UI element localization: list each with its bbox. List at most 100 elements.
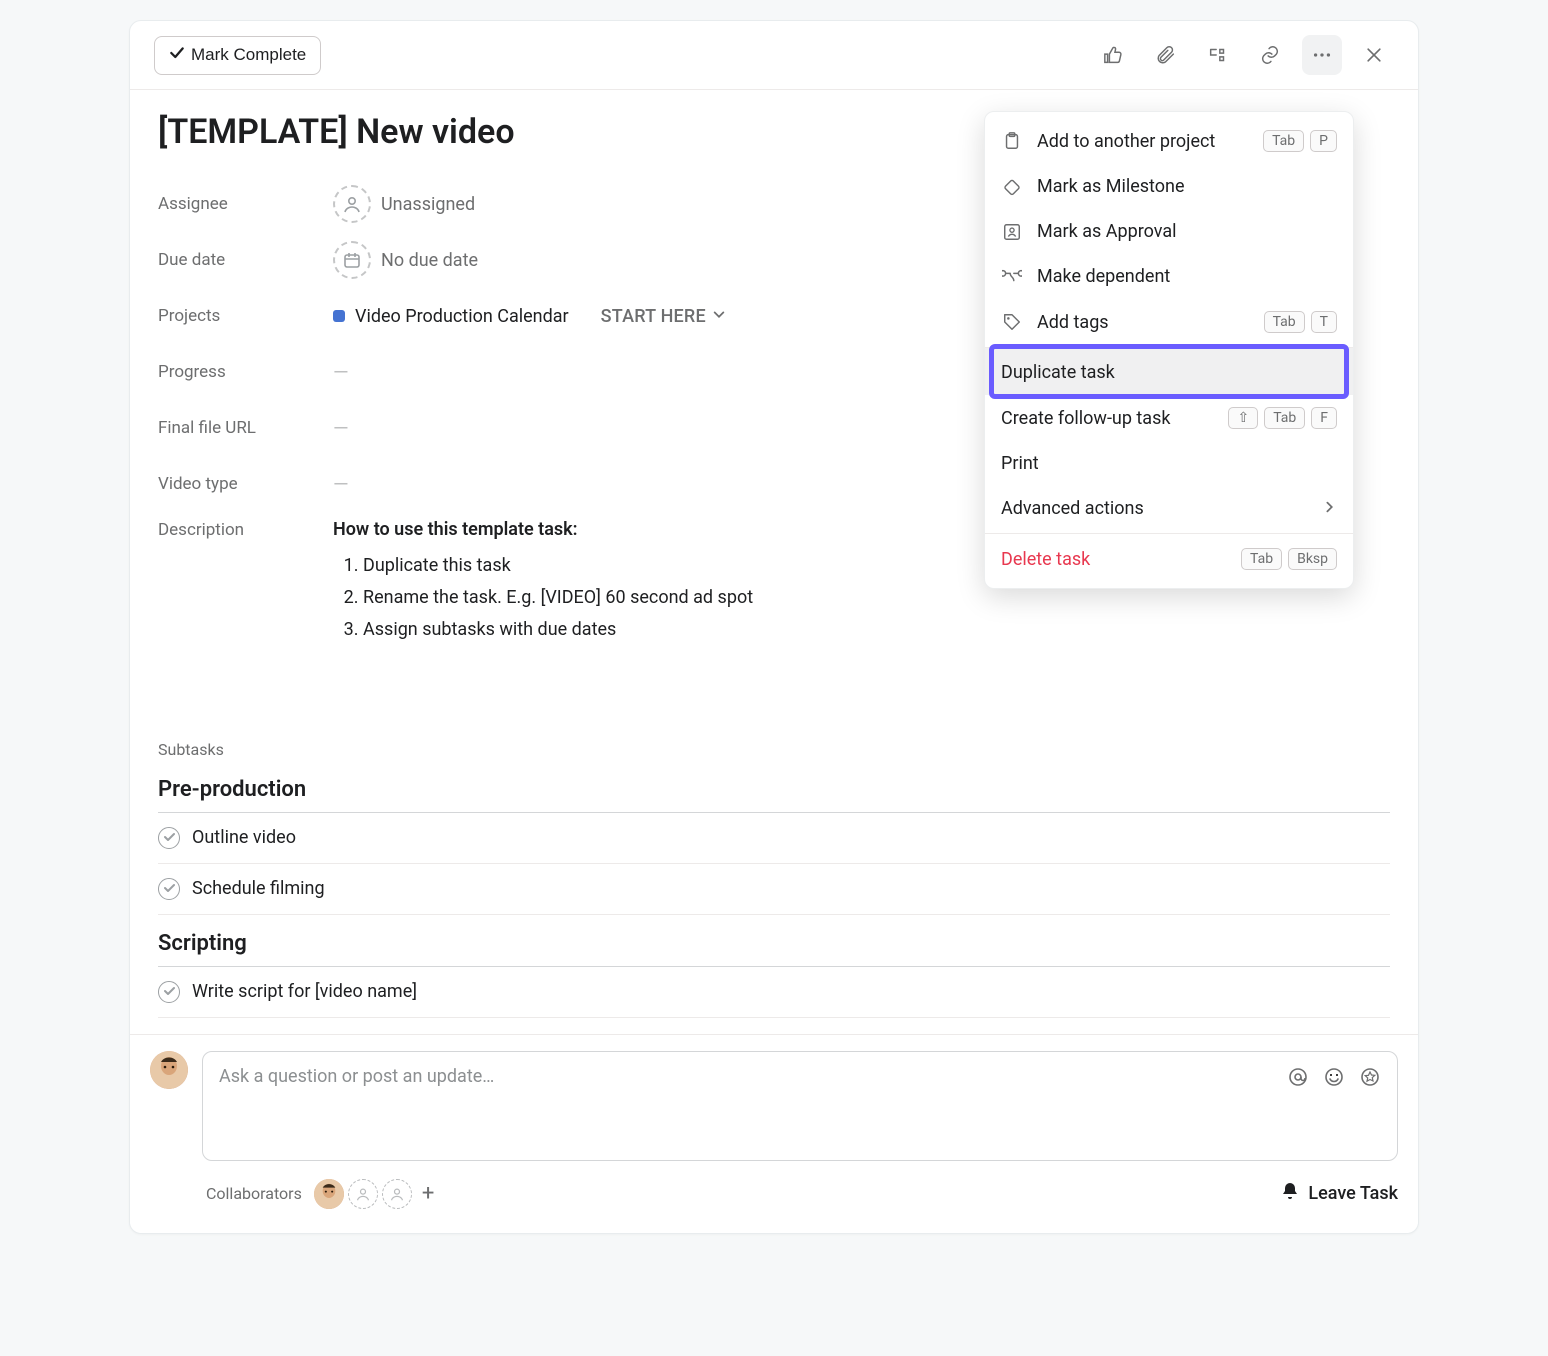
shortcut: Tab T — [1264, 311, 1337, 333]
menu-label: Make dependent — [1037, 266, 1337, 287]
tag-icon — [1001, 312, 1023, 332]
description-body[interactable]: How to use this template task: Duplicate… — [333, 516, 753, 646]
comment-placeholder: Ask a question or post an update… — [219, 1066, 494, 1146]
subtask-check-icon[interactable] — [158, 981, 180, 1003]
menu-label: Duplicate task — [1001, 362, 1337, 383]
add-collaborator-icon[interactable] — [382, 1179, 412, 1209]
project-color-dot — [333, 310, 345, 322]
description-item: Rename the task. E.g. [VIDEO] 60 second … — [363, 582, 753, 614]
more-actions-menu: Add to another project Tab P Mark as Mil… — [984, 111, 1354, 589]
mark-complete-label: Mark Complete — [191, 45, 306, 65]
copy-link-button[interactable] — [1250, 35, 1290, 75]
menu-mark-approval[interactable]: Mark as Approval — [985, 209, 1353, 254]
comment-input[interactable]: Ask a question or post an update… — [202, 1051, 1398, 1161]
task-pane: Mark Complete [TEMPLATE] New video Assig… — [129, 20, 1419, 1234]
attachment-button[interactable] — [1146, 35, 1186, 75]
menu-label: Create follow-up task — [1001, 408, 1228, 429]
diamond-icon — [1001, 177, 1023, 197]
duedate-value[interactable]: No due date — [333, 241, 478, 279]
subtask-label: Schedule filming — [192, 878, 325, 899]
check-icon — [169, 45, 185, 66]
subtask-label: Write script for [video name] — [192, 981, 417, 1002]
menu-label: Advanced actions — [1001, 498, 1323, 519]
progress-value[interactable]: — — [333, 360, 349, 384]
section-picker[interactable]: START HERE — [601, 306, 726, 327]
mark-complete-button[interactable]: Mark Complete — [154, 36, 321, 75]
approval-icon — [1001, 222, 1023, 242]
subtask-check-icon[interactable] — [158, 827, 180, 849]
progress-label: Progress — [158, 362, 333, 382]
like-button[interactable] — [1094, 35, 1134, 75]
chevron-right-icon — [1323, 498, 1337, 519]
duedate-text: No due date — [381, 250, 478, 271]
subtask-section-title[interactable]: Pre-production — [158, 769, 1390, 813]
section-label: START HERE — [601, 306, 706, 327]
menu-print[interactable]: Print — [985, 441, 1353, 486]
projects-value: Video Production Calendar START HERE — [333, 306, 726, 327]
menu-advanced-actions[interactable]: Advanced actions — [985, 486, 1353, 531]
collaborators-row: Collaborators + Leave Task — [150, 1179, 1398, 1209]
menu-duplicate-task[interactable]: Duplicate task — [985, 347, 1353, 395]
subtask-section-title[interactable]: Scripting — [158, 923, 1390, 967]
menu-make-dependent[interactable]: Make dependent — [985, 254, 1353, 299]
topbar: Mark Complete — [130, 21, 1418, 90]
assignee-text: Unassigned — [381, 194, 475, 215]
avatar — [150, 1051, 188, 1089]
subtask-item[interactable]: Write script for [video name] — [158, 967, 1390, 1018]
comment-row: Ask a question or post an update… — [150, 1051, 1398, 1161]
collaborators-left: Collaborators + — [206, 1179, 434, 1209]
projects-label: Projects — [158, 306, 333, 326]
description-item: Duplicate this task — [363, 550, 753, 582]
user-icon — [333, 185, 371, 223]
shortcut: Tab P — [1263, 130, 1337, 152]
subtask-item[interactable]: Outline video — [158, 813, 1390, 864]
menu-label: Mark as Milestone — [1037, 176, 1337, 197]
leave-task-button[interactable]: Leave Task — [1280, 1181, 1398, 1206]
collaborators-label: Collaborators — [206, 1184, 302, 1203]
shortcut: ⇧ Tab F — [1228, 407, 1337, 429]
menu-label: Print — [1001, 453, 1337, 474]
url-value[interactable]: — — [333, 416, 349, 440]
menu-mark-milestone[interactable]: Mark as Milestone — [985, 164, 1353, 209]
more-actions-button[interactable] — [1302, 35, 1342, 75]
subtasks-header: Subtasks — [158, 740, 1390, 759]
menu-label: Add tags — [1037, 312, 1250, 333]
description-item: Assign subtasks with due dates — [363, 614, 753, 646]
bell-icon — [1280, 1181, 1300, 1206]
collaborator-avatar[interactable] — [314, 1179, 344, 1209]
clipboard-icon — [1001, 131, 1023, 151]
add-collaborator-button[interactable]: + — [422, 1181, 434, 1206]
description-heading: How to use this template task: — [333, 519, 578, 540]
subtask-label: Outline video — [192, 827, 296, 848]
dependent-icon — [1001, 267, 1023, 287]
menu-label: Delete task — [1001, 549, 1241, 570]
calendar-icon — [333, 241, 371, 279]
project-name[interactable]: Video Production Calendar — [355, 306, 569, 327]
subtasks-area: Subtasks Pre-production Outline video Sc… — [158, 740, 1390, 1018]
menu-add-to-project[interactable]: Add to another project Tab P — [985, 118, 1353, 164]
menu-delete-task[interactable]: Delete task Tab Bksp — [985, 533, 1353, 582]
description-list: Duplicate this task Rename the task. E.g… — [363, 550, 753, 646]
videotype-label: Video type — [158, 474, 333, 494]
mention-icon[interactable] — [1287, 1066, 1309, 1093]
close-button[interactable] — [1354, 35, 1394, 75]
assignee-label: Assignee — [158, 194, 333, 214]
subtask-button[interactable] — [1198, 35, 1238, 75]
menu-label: Add to another project — [1037, 131, 1249, 152]
menu-create-followup[interactable]: Create follow-up task ⇧ Tab F — [985, 395, 1353, 441]
subtask-item[interactable]: Schedule filming — [158, 864, 1390, 915]
shortcut: Tab Bksp — [1241, 548, 1337, 570]
comment-footer: Ask a question or post an update… Collab… — [130, 1034, 1418, 1233]
assignee-value[interactable]: Unassigned — [333, 185, 475, 223]
subtask-check-icon[interactable] — [158, 878, 180, 900]
collaborator-avatars: + — [314, 1179, 434, 1209]
description-label: Description — [158, 516, 333, 540]
add-collaborator-icon[interactable] — [348, 1179, 378, 1209]
url-label: Final file URL — [158, 418, 333, 438]
top-actions — [1094, 35, 1394, 75]
videotype-value[interactable]: — — [333, 472, 349, 496]
emoji-icon[interactable] — [1323, 1066, 1345, 1093]
appreciation-icon[interactable] — [1359, 1066, 1381, 1093]
menu-add-tags[interactable]: Add tags Tab T — [985, 299, 1353, 345]
comment-toolbar — [1287, 1066, 1381, 1093]
